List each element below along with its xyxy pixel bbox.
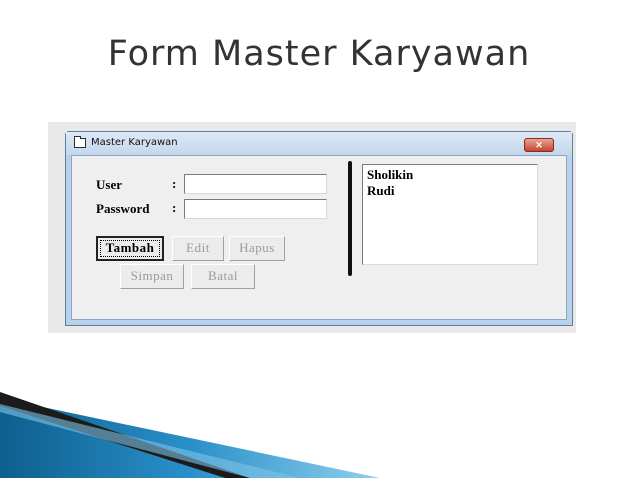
form-client-area: User : Password : Tambah Edit Hapus Simp…: [71, 155, 567, 320]
separator-line: [348, 161, 352, 276]
window-app-icon: [74, 136, 86, 148]
password-input[interactable]: [184, 199, 327, 219]
close-button[interactable]: ✕: [524, 138, 554, 152]
password-colon: :: [172, 200, 177, 215]
user-colon: :: [172, 176, 177, 191]
user-label: User: [96, 177, 122, 192]
list-item[interactable]: Rudi: [367, 183, 533, 199]
edit-button[interactable]: Edit: [172, 236, 224, 261]
employee-listbox[interactable]: Sholikin Rudi: [362, 164, 538, 265]
master-karyawan-window: Master Karyawan ✕ User : Password : Tamb…: [65, 131, 573, 326]
password-label: Password: [96, 201, 150, 216]
hapus-button[interactable]: Hapus: [229, 236, 285, 261]
list-item[interactable]: Sholikin: [367, 167, 533, 183]
decorative-swoosh: [0, 392, 380, 478]
batal-button[interactable]: Batal: [191, 264, 255, 289]
window-title: Master Karyawan: [91, 137, 178, 148]
close-icon: ✕: [535, 140, 543, 150]
user-input[interactable]: [184, 174, 327, 194]
tambah-button[interactable]: Tambah: [96, 236, 164, 261]
window-titlebar[interactable]: Master Karyawan ✕: [66, 132, 572, 155]
simpan-button[interactable]: Simpan: [120, 264, 184, 289]
slide-title: Form Master Karyawan: [107, 34, 531, 74]
